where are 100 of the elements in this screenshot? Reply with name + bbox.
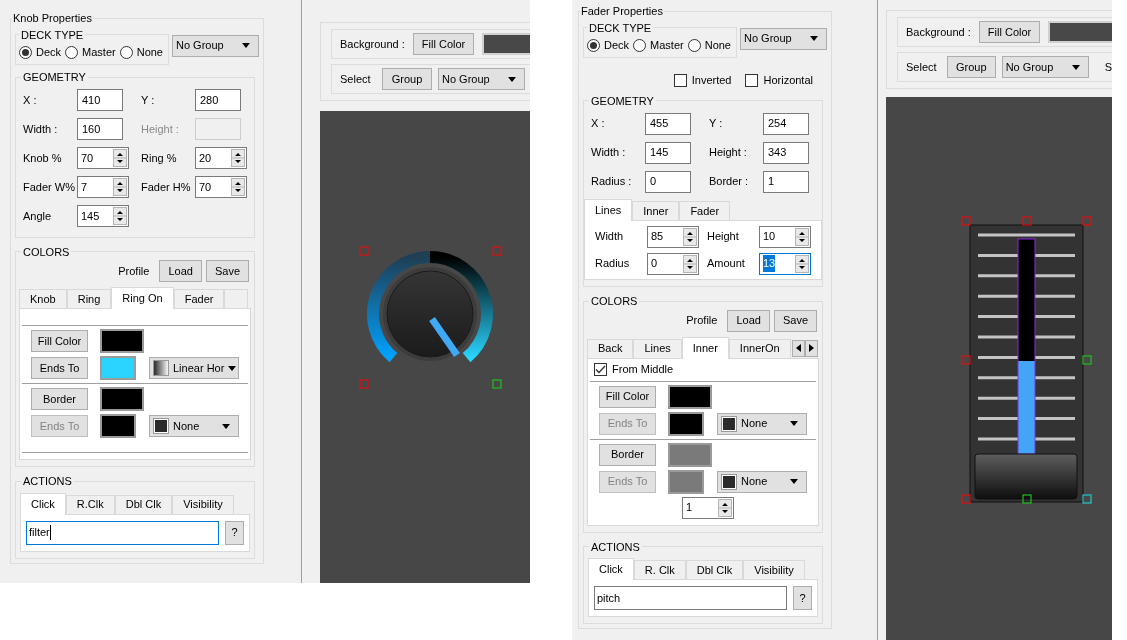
tab[interactable]: Ring [66,289,112,308]
tab[interactable]: Ring On [111,287,174,309]
profile-button[interactable]: Load [727,309,770,332]
command-field[interactable]: pitch [594,586,787,610]
tab[interactable]: InnerOn [728,338,791,358]
dropdown[interactable]: No Group [172,34,259,57]
tab[interactable]: Fader [173,289,225,308]
section-title: DECK TYPE [588,20,653,36]
group-button[interactable]: Group [946,56,996,78]
spin-field[interactable]: 145 [77,205,129,227]
tab[interactable]: Visibility [172,494,234,514]
input-field[interactable]: 160 [77,118,123,140]
dropdown[interactable]: No Group [1001,56,1089,78]
color-button[interactable]: Fill Color [599,385,656,408]
dropdown[interactable]: No Group [438,68,525,90]
spin-field[interactable]: 70 [77,147,129,169]
select-label: Select [340,71,372,87]
checkbox[interactable]: From Middle [594,361,674,378]
radio-button[interactable]: Master [65,43,116,61]
tab[interactable]: Knob [19,289,67,308]
field-label: Fader W% [23,179,76,195]
color-swatch[interactable] [668,384,712,409]
toolbar-label: S [1104,59,1112,75]
help-button[interactable]: ? [225,520,244,545]
input-field[interactable]: 145 [645,141,691,164]
caret-icon [508,76,516,82]
checkbox[interactable]: Horizontal [745,72,813,89]
input-field[interactable]: 1 [763,170,809,193]
tab[interactable]: Click [588,558,634,580]
tab[interactable]: R.Clk [65,494,115,514]
tab[interactable]: Dbl Clk [685,560,744,579]
color-button[interactable]: Ends To [31,357,88,379]
input-field[interactable]: 254 [763,112,809,135]
spin-field[interactable]: 85 [647,225,699,248]
tab[interactable]: Click [20,492,66,515]
help-button[interactable]: ? [793,586,812,610]
tab[interactable]: Lines [584,199,633,221]
spin-field[interactable]: 1 [682,496,734,519]
spin-field[interactable]: 20 [195,147,247,169]
spin-arrows-icon [683,227,697,246]
color-button[interactable]: Border [31,388,88,410]
tab[interactable]: Inner [681,336,729,359]
handle-icon[interactable] [492,246,502,256]
color-button[interactable]: Border [599,443,656,466]
command-field[interactable]: filter [26,520,219,545]
color-button[interactable]: Fill Color [31,330,88,352]
dropdown[interactable]: Linear Hor [149,357,239,379]
input-field[interactable]: 455 [645,112,691,135]
caret-icon [242,43,250,48]
profile-button[interactable]: Save [205,260,249,282]
arrow-right-icon [808,344,814,352]
spin-field[interactable]: 7 [77,176,129,198]
color-swatch[interactable] [1048,21,1112,43]
spin-field[interactable]: 13 [759,252,811,275]
checkbox[interactable]: Inverted [673,72,732,89]
tab[interactable]: R. Clk [633,560,686,579]
radio-button[interactable]: Deck [19,43,62,61]
color-swatch[interactable] [668,442,712,467]
field-label: Knob % [23,150,63,166]
radio-button[interactable]: Deck [587,36,630,54]
tab[interactable]: Inner [632,201,680,220]
handle-icon[interactable] [359,246,369,256]
select-label: Select [906,59,938,75]
color-swatch[interactable] [100,387,144,411]
spin-field[interactable]: 0 [647,252,699,275]
handle-icon[interactable] [492,379,502,389]
field-label: Radius [595,256,631,272]
tab[interactable]: Lines [633,338,682,358]
section-title: ACTIONS [590,539,641,555]
field-label: Height : [709,145,748,161]
profile-button[interactable]: Save [773,309,817,332]
knob-drawing[interactable] [367,251,493,363]
fill-color-button[interactable]: Fill Color [978,21,1041,43]
spin-arrows-icon [113,149,127,167]
tab[interactable]: Back [587,338,634,358]
radio-button[interactable]: None [119,43,163,61]
fill-color-button[interactable]: Fill Color [412,33,475,55]
input-field[interactable]: 343 [763,141,809,164]
selected-fader-drawing[interactable] [961,216,1092,504]
color-swatch[interactable] [100,356,136,380]
spin-field[interactable]: 70 [195,176,247,198]
handle-icon[interactable] [359,379,369,389]
input-field[interactable]: 280 [195,89,241,111]
input-field[interactable]: 0 [645,170,691,193]
scroll-left-button[interactable] [791,339,805,357]
color-swatch[interactable] [100,329,144,353]
field-label: Width [595,229,625,245]
tab[interactable]: Fader [679,201,731,220]
dropdown[interactable]: No Group [740,27,827,50]
tab[interactable]: Visibility [743,560,805,579]
group-button[interactable]: Group [382,68,432,90]
caret-icon [790,421,798,426]
design-canvas[interactable] [886,97,1112,640]
spin-arrows-icon [683,254,697,273]
radio-button[interactable]: None [687,36,731,54]
tab[interactable]: Dbl Clk [114,494,173,514]
radio-button[interactable]: Master [633,36,684,54]
profile-button[interactable]: Load [159,260,202,282]
spin-field[interactable]: 10 [759,225,811,248]
input-field[interactable]: 410 [77,89,123,111]
